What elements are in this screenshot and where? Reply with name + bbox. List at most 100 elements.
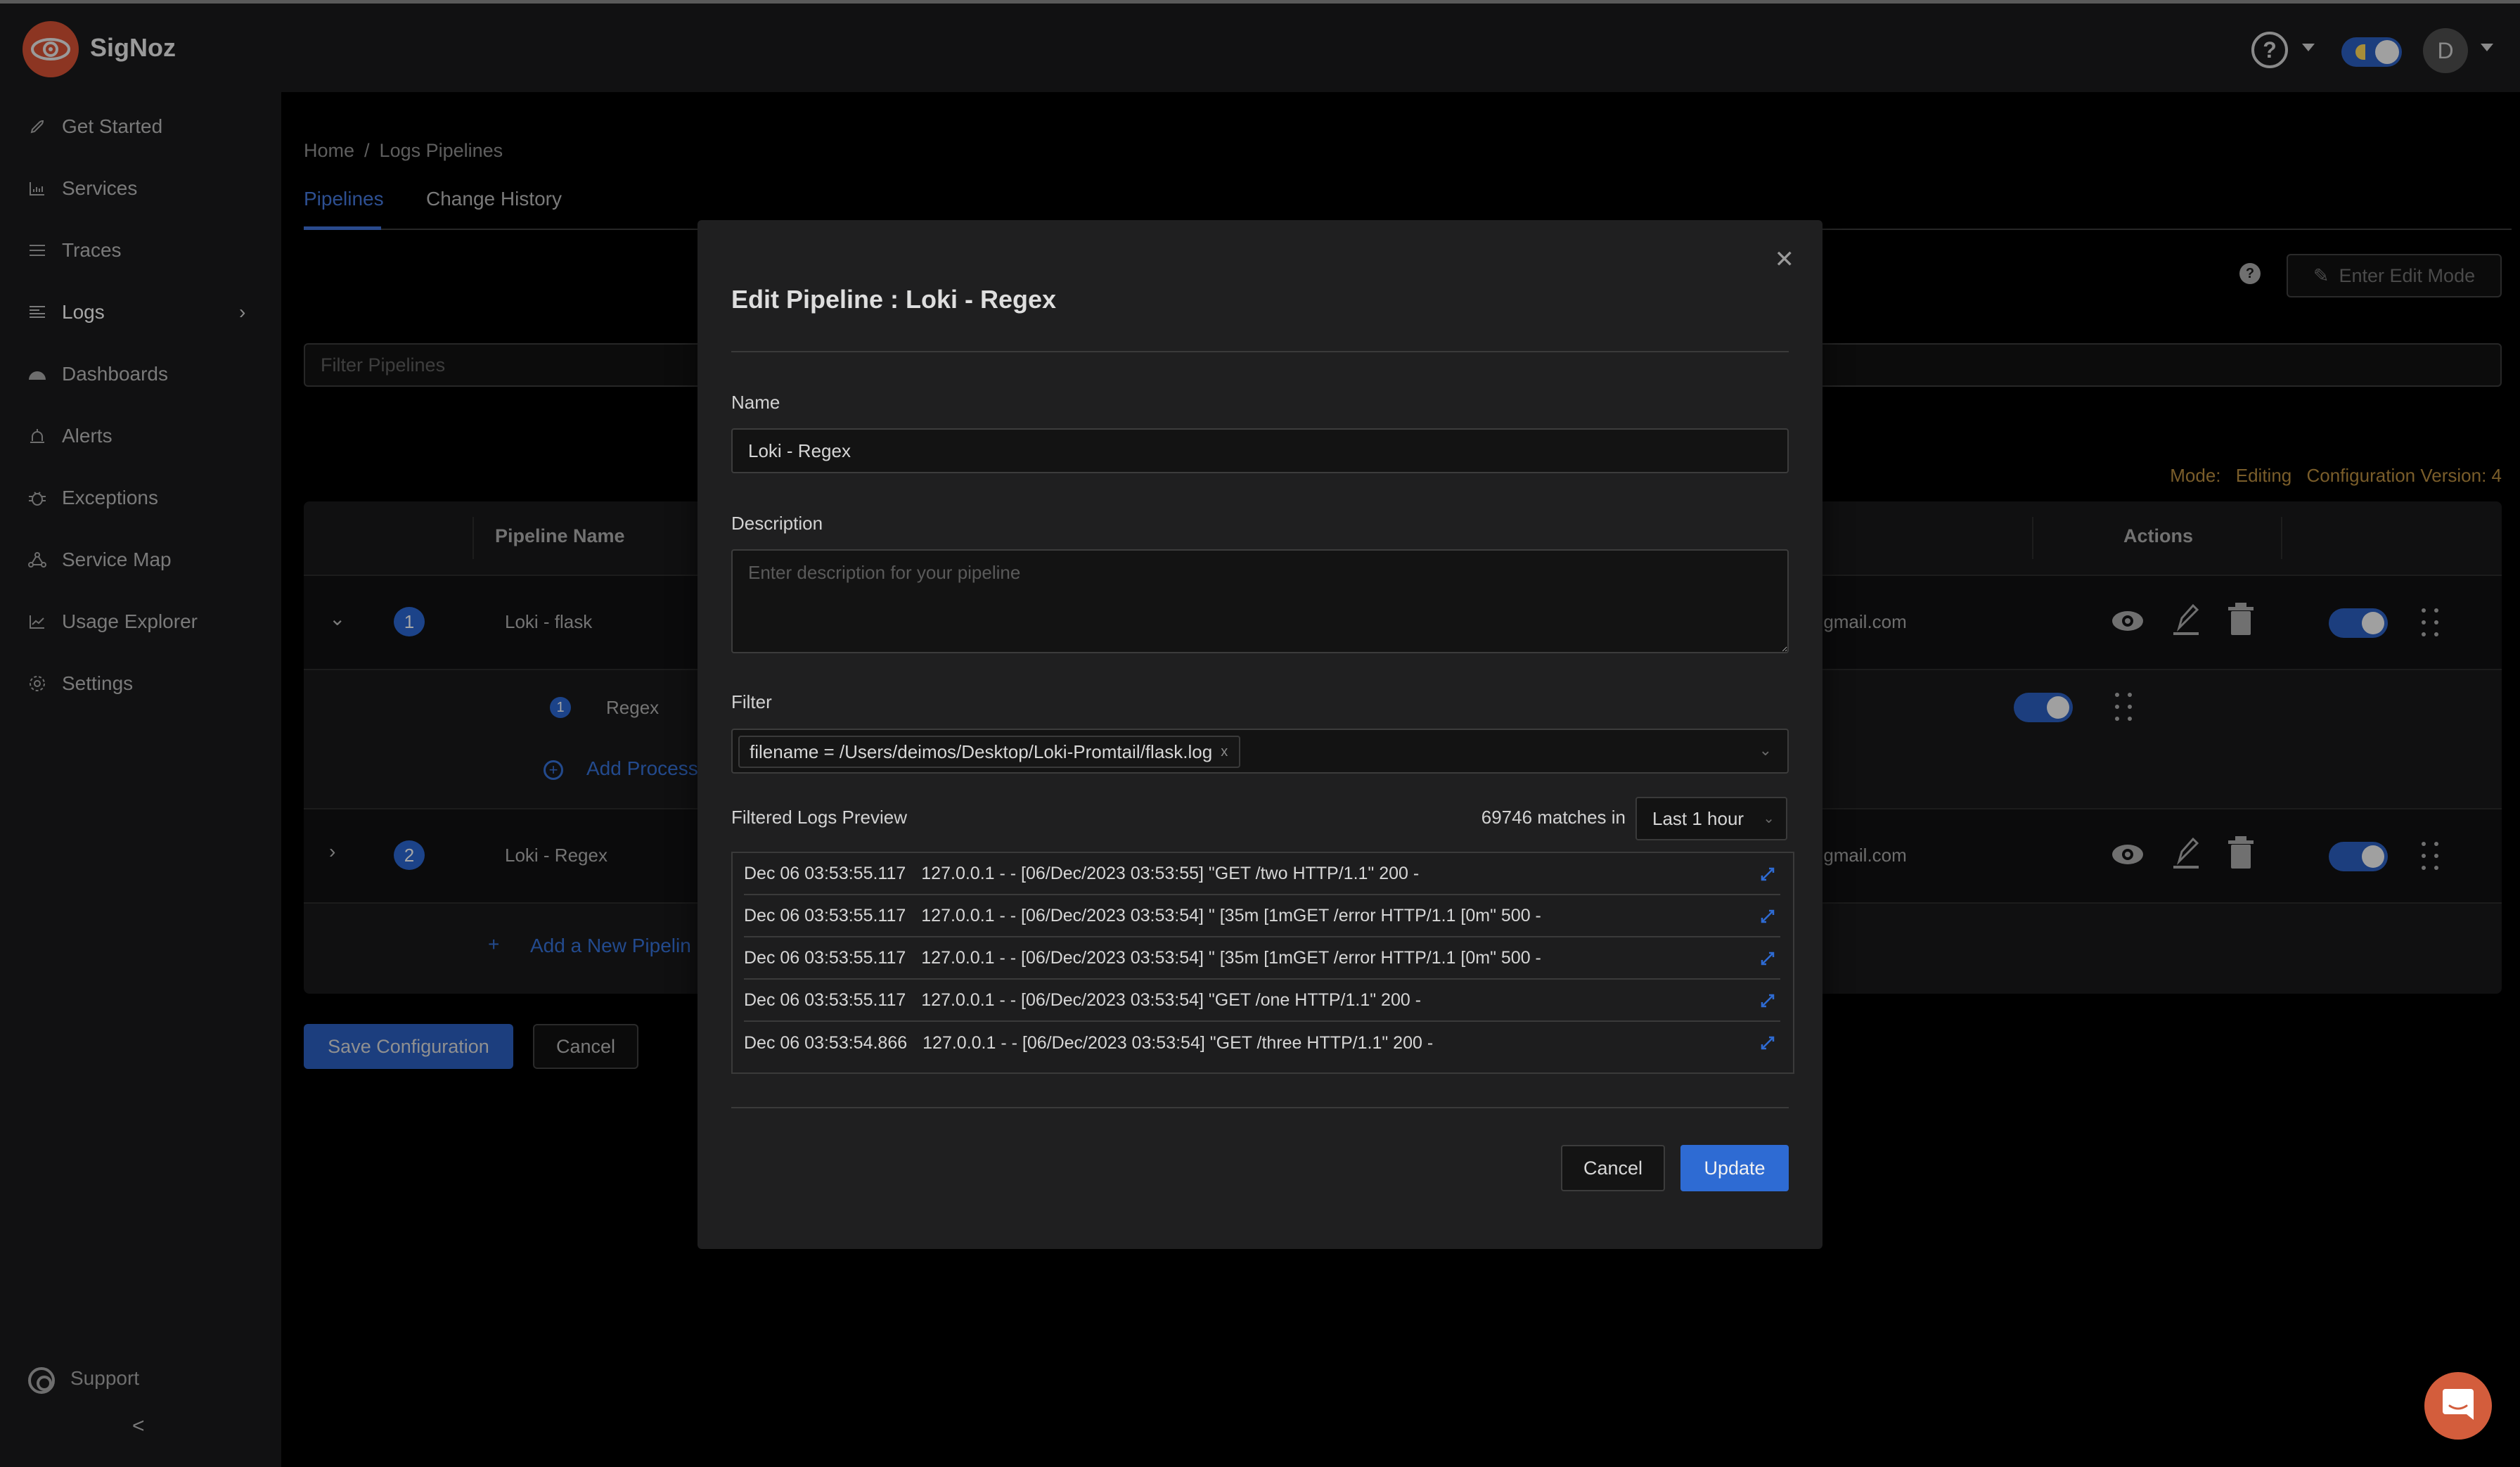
sidebar-item-logs[interactable]: Logs ›: [0, 284, 281, 340]
bar-chart-icon: [28, 179, 46, 198]
sidebar-item-service-map[interactable]: Service Map: [0, 532, 281, 588]
expand-icon[interactable]: [1759, 1034, 1776, 1051]
save-configuration-button[interactable]: Save Configuration: [304, 1024, 513, 1069]
remove-tag-icon[interactable]: x: [1221, 744, 1228, 760]
help-dropdown-caret-icon[interactable]: [2302, 44, 2315, 51]
sidebar-item-usage-explorer[interactable]: Usage Explorer: [0, 594, 281, 650]
toggle-knob: [2047, 696, 2069, 719]
pencil-icon[interactable]: [2171, 836, 2201, 873]
log-timestamp: Dec 06 03:53:55.117: [744, 905, 906, 925]
dashboard-icon: [28, 365, 46, 383]
mode-value: Editing: [2235, 465, 2292, 486]
user-avatar[interactable]: D: [2423, 28, 2468, 73]
log-message: 127.0.0.1 - - [06/Dec/2023 03:53:54] "GE…: [921, 989, 1422, 1010]
gear-icon: [28, 674, 46, 693]
cancel-configuration-button[interactable]: Cancel: [533, 1024, 638, 1069]
sidebar-item-settings[interactable]: Settings: [0, 655, 281, 712]
expand-icon[interactable]: [1759, 866, 1776, 883]
toggle-knob: [2375, 40, 2399, 64]
description-textarea[interactable]: [731, 549, 1789, 653]
filter-tag-text: filename = /Users/deimos/Desktop/Loki-Pr…: [750, 741, 1213, 762]
deployment-icon: [28, 551, 46, 569]
log-row[interactable]: Dec 06 03:53:55.117 127.0.0.1 - - [06/De…: [744, 853, 1780, 895]
pencil-icon: ✎: [2313, 264, 2329, 286]
plus-icon[interactable]: +: [488, 933, 499, 956]
breadcrumb-separator: /: [364, 140, 370, 161]
pipeline-enabled-toggle[interactable]: [2329, 842, 2388, 871]
tab-change-history[interactable]: Change History: [426, 188, 562, 210]
lifebuoy-icon: [28, 1367, 55, 1394]
enter-edit-mode-label: Enter Edit Mode: [2339, 264, 2476, 286]
pipeline-enabled-toggle[interactable]: [2329, 608, 2388, 638]
add-processor-link[interactable]: Add Process: [586, 757, 698, 780]
eye-icon[interactable]: [2111, 840, 2145, 872]
log-message: 127.0.0.1 - - [06/Dec/2023 03:53:54] " […: [921, 905, 1541, 925]
sidebar-item-label: Logs: [62, 301, 105, 323]
add-circle-icon[interactable]: +: [544, 760, 563, 780]
expand-icon[interactable]: [1759, 950, 1776, 967]
column-divider: [2281, 517, 2282, 559]
filter-select[interactable]: filename = /Users/deimos/Desktop/Loki-Pr…: [731, 729, 1789, 774]
tab-pipelines[interactable]: Pipelines: [304, 188, 384, 210]
support-label: Support: [70, 1367, 140, 1389]
expand-icon[interactable]: [1759, 908, 1776, 925]
signoz-logo[interactable]: [22, 21, 79, 77]
bug-icon: [28, 489, 46, 507]
moon-icon: [2355, 44, 2365, 60]
add-new-pipeline-link[interactable]: Add a New Pipelin: [530, 935, 691, 957]
theme-toggle[interactable]: [2341, 37, 2402, 67]
chevron-down-icon[interactable]: ⌄: [1759, 741, 1772, 760]
drag-handle-icon[interactable]: [2422, 842, 2438, 870]
time-range-select[interactable]: Last 1 hour ⌄: [1635, 797, 1787, 840]
trash-icon[interactable]: [2227, 836, 2255, 872]
sidebar-item-label: Exceptions: [62, 487, 158, 508]
log-row[interactable]: Dec 06 03:53:54.866 127.0.0.1 - - [06/De…: [744, 1022, 1780, 1064]
processor-name: Regex: [606, 697, 660, 718]
time-range-value: Last 1 hour: [1652, 807, 1744, 829]
expand-icon[interactable]: [1759, 992, 1776, 1009]
trash-icon[interactable]: [2227, 603, 2255, 639]
log-row[interactable]: Dec 06 03:53:55.117 127.0.0.1 - - [06/De…: [744, 980, 1780, 1022]
name-input[interactable]: Loki - Regex: [731, 428, 1789, 473]
sidebar-item-label: Services: [62, 177, 138, 199]
modal-cancel-button[interactable]: Cancel: [1561, 1145, 1665, 1191]
logs-preview-list: Dec 06 03:53:55.117 127.0.0.1 - - [06/De…: [731, 852, 1794, 1074]
chevron-right-icon[interactable]: ›: [329, 840, 335, 863]
user-dropdown-caret-icon[interactable]: [2481, 44, 2493, 51]
sidebar-item-get-started[interactable]: Get Started: [0, 98, 281, 155]
log-row[interactable]: Dec 06 03:53:55.117 127.0.0.1 - - [06/De…: [744, 895, 1780, 937]
collapse-sidebar-button[interactable]: <: [132, 1414, 145, 1438]
log-message: 127.0.0.1 - - [06/Dec/2023 03:53:54] " […: [921, 947, 1541, 968]
enter-edit-mode-button[interactable]: ✎ Enter Edit Mode: [2287, 254, 2502, 297]
chevron-down-icon[interactable]: ⌄: [329, 607, 345, 630]
drag-handle-icon[interactable]: [2422, 608, 2438, 636]
pipeline-name: Loki - flask: [505, 611, 593, 632]
rocket-icon: [28, 117, 46, 136]
help-icon[interactable]: ?: [2239, 263, 2261, 284]
drag-handle-icon[interactable]: [2115, 693, 2132, 721]
sidebar-item-alerts[interactable]: Alerts: [0, 408, 281, 464]
menu-icon: [28, 241, 46, 260]
close-icon[interactable]: ✕: [1775, 245, 1795, 274]
sidebar-item-label: Usage Explorer: [62, 610, 198, 632]
sidebar-item-dashboards[interactable]: Dashboards: [0, 346, 281, 402]
pencil-icon[interactable]: [2171, 603, 2201, 640]
configuration-version: Configuration Version: 4: [2306, 465, 2502, 486]
processor-enabled-toggle[interactable]: [2014, 693, 2073, 722]
sidebar-item-traces[interactable]: Traces: [0, 222, 281, 278]
chevron-right-icon: ›: [239, 301, 246, 323]
update-button[interactable]: Update: [1680, 1145, 1789, 1191]
breadcrumb-home[interactable]: Home: [304, 140, 354, 161]
sidebar-support[interactable]: Support: [0, 1352, 281, 1408]
sidebar-item-label: Dashboards: [62, 363, 168, 385]
log-row[interactable]: Dec 06 03:53:55.117 127.0.0.1 - - [06/De…: [744, 937, 1780, 980]
help-icon[interactable]: ?: [2251, 32, 2288, 68]
chat-support-button[interactable]: [2424, 1372, 2492, 1440]
eye-icon[interactable]: [2111, 607, 2145, 639]
sidebar-item-label: Traces: [62, 239, 122, 261]
sidebar-item-services[interactable]: Services: [0, 160, 281, 217]
name-label: Name: [731, 392, 780, 413]
sidebar-item-exceptions[interactable]: Exceptions: [0, 470, 281, 526]
filtered-logs-preview-label: Filtered Logs Preview: [731, 807, 907, 828]
breadcrumb-current: Logs Pipelines: [379, 140, 503, 161]
